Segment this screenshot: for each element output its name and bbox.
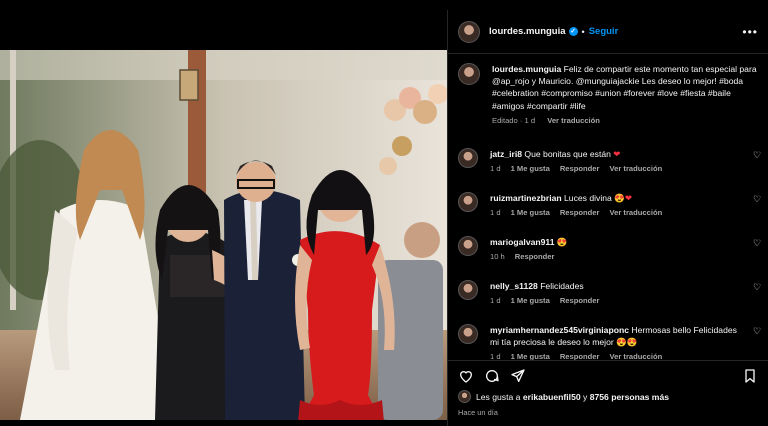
more-options-icon[interactable]: ••• — [742, 25, 758, 39]
separator-dot: • — [581, 26, 585, 37]
post-header: lourdes.munguia ✓ • Seguir ••• — [448, 10, 768, 54]
comment-username[interactable]: nelly_s1128 — [490, 281, 538, 291]
caption-edited: Editado · 1 d — [492, 115, 536, 125]
comment-text: myriamhernandez545virginiaponc Hermosas … — [490, 324, 758, 348]
comment-text: jatz_iri8 Que bonitas que están ❤ — [490, 148, 758, 160]
comment-time: 10 h — [490, 252, 505, 261]
reply-button[interactable]: Responder — [560, 164, 600, 173]
likes-others-link[interactable]: 8756 personas más — [590, 392, 669, 402]
post-side-panel: lourdes.munguia ✓ • Seguir ••• lourdes.mu… — [447, 10, 768, 426]
post-time-ago: Hace un día — [458, 408, 498, 417]
author-username[interactable]: lourdes.munguia ✓ — [489, 26, 578, 37]
reply-button[interactable]: Responder — [560, 352, 600, 360]
comment-item: jatz_iri8 Que bonitas que están ❤ 1 d 1 M… — [448, 148, 768, 173]
comment-icon[interactable] — [484, 368, 500, 384]
author-username-text[interactable]: lourdes.munguia — [489, 26, 566, 37]
comment-time: 1 d — [490, 208, 501, 217]
comment-like-heart-icon[interactable]: ♡ — [753, 195, 762, 204]
comment-avatar[interactable] — [458, 192, 478, 212]
comment-body: Felicidades — [540, 281, 584, 291]
reply-button[interactable]: Responder — [560, 296, 600, 305]
comment-likes[interactable]: 1 Me gusta — [511, 208, 550, 217]
comment-item: nelly_s1128 Felicidades 1 d 1 Me gusta Res… — [448, 280, 768, 305]
save-bookmark-icon[interactable] — [742, 368, 758, 384]
comment-emoji: 😍 — [556, 237, 568, 247]
comment-likes[interactable]: 1 Me gusta — [511, 296, 550, 305]
likes-prefix: Les gusta a — [476, 391, 521, 402]
liker-username[interactable]: erikabuenfil50 — [523, 392, 581, 402]
follow-button[interactable]: Seguir — [589, 26, 619, 37]
caption-translate-link[interactable]: Ver traducción — [547, 116, 600, 125]
like-heart-icon[interactable] — [458, 368, 474, 384]
comment-text: ruizmartinezbrian Luces divina 😍❤ — [490, 192, 758, 204]
wedding-photo-image — [0, 50, 447, 420]
comment-avatar[interactable] — [458, 148, 478, 168]
comment-username[interactable]: myriamhernandez545virginiaponc — [490, 325, 629, 335]
comment-avatar[interactable] — [458, 236, 478, 256]
reply-button[interactable]: Responder — [560, 208, 600, 217]
comments-scroll-area[interactable]: lourdes.munguia Feliz de compartir este … — [448, 55, 768, 360]
likes-joiner: y — [583, 391, 588, 402]
comment-emoji: 😍😍 — [616, 337, 638, 347]
comment-likes[interactable]: 1 Me gusta — [511, 352, 550, 360]
verified-badge-icon: ✓ — [568, 26, 578, 36]
comment-translate-link[interactable]: Ver traducción — [609, 208, 662, 217]
comment-translate-link[interactable]: Ver traducción — [609, 164, 662, 173]
comment-time: 1 d — [490, 352, 501, 360]
post-photo[interactable] — [0, 50, 447, 420]
reply-button[interactable]: Responder — [515, 252, 555, 261]
comment-like-heart-icon[interactable]: ♡ — [753, 151, 762, 160]
comment-like-heart-icon[interactable]: ♡ — [753, 327, 762, 336]
caption-username[interactable]: lourdes.munguia — [492, 64, 561, 74]
comment-username[interactable]: mariogalvan911 — [490, 237, 555, 247]
comment-emoji: ❤ — [613, 149, 621, 159]
comment-time: 1 d — [490, 296, 501, 305]
comment-likes[interactable]: 1 Me gusta — [511, 164, 550, 173]
caption-text: lourdes.munguia Feliz de compartir este … — [492, 63, 758, 112]
comment-translate-link[interactable]: Ver traducción — [609, 352, 662, 360]
comment-avatar[interactable] — [458, 324, 478, 344]
comment-body: Que bonitas que están — [524, 149, 611, 159]
post-caption: lourdes.munguia Feliz de compartir este … — [448, 55, 768, 125]
comment-body: Luces divina — [564, 193, 612, 203]
comment-username[interactable]: jatz_iri8 — [490, 149, 522, 159]
post-actions-bar — [448, 360, 768, 390]
comment-item: ruizmartinezbrian Luces divina 😍❤ 1 d 1 M… — [448, 192, 768, 217]
comment-item: mariogalvan911 😍 10 h Responder ♡ — [448, 236, 768, 261]
liker-avatar[interactable] — [458, 390, 471, 403]
author-avatar[interactable] — [458, 20, 480, 43]
comment-like-heart-icon[interactable]: ♡ — [753, 283, 762, 292]
comment-item: myriamhernandez545virginiaponc Hermosas … — [448, 324, 768, 360]
comment-text: mariogalvan911 😍 — [490, 236, 758, 248]
comment-like-heart-icon[interactable]: ♡ — [753, 239, 762, 248]
likes-summary: Les gusta a erikabuenfil50 y 8756 person… — [458, 390, 758, 403]
comment-emoji: 😍❤ — [614, 193, 633, 203]
caption-meta: Editado · 1 d Ver traducción — [492, 116, 758, 125]
caption-avatar[interactable] — [458, 63, 480, 85]
comment-time: 1 d — [490, 164, 501, 173]
comment-text: nelly_s1128 Felicidades — [490, 280, 758, 292]
share-send-icon[interactable] — [510, 368, 526, 384]
comment-avatar[interactable] — [458, 280, 478, 300]
comment-username[interactable]: ruizmartinezbrian — [490, 193, 562, 203]
